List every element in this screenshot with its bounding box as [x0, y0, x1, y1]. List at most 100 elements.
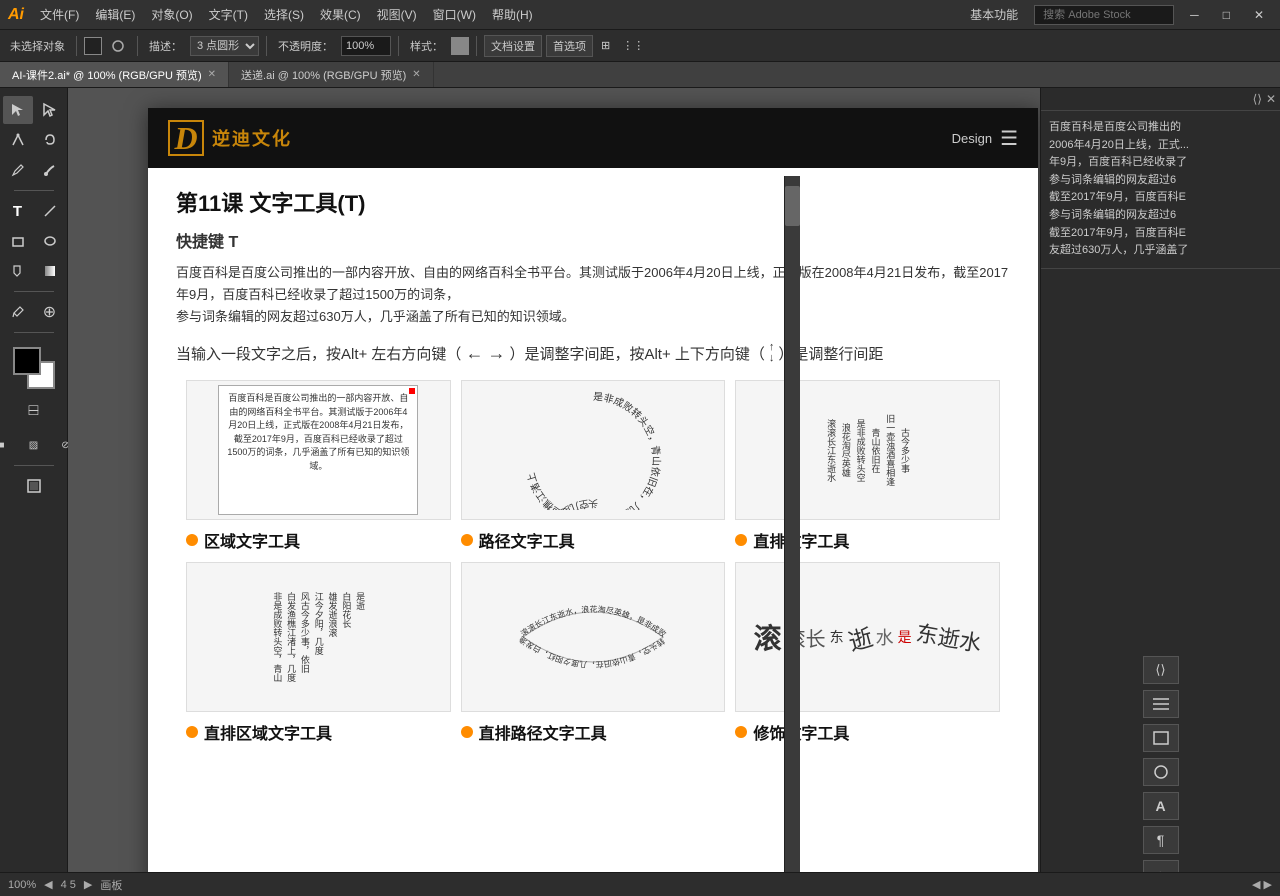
- vcol-6: 白阳花长: [341, 592, 352, 628]
- menu-help[interactable]: 帮助(H): [484, 6, 541, 23]
- shortcut-line: 快捷键 T: [176, 228, 1010, 252]
- paintbucket-tool[interactable]: [3, 257, 33, 285]
- gradient-tool[interactable]: [35, 257, 65, 285]
- right-panel-text: 百度百科是百度公司推出的 2006年4月20日上线，正式... 年9月，百度百科…: [1041, 111, 1280, 269]
- foreground-swatch[interactable]: [13, 347, 41, 375]
- right-panel-close-icon[interactable]: ✕: [1266, 92, 1276, 106]
- gradient-icon[interactable]: ▨: [19, 431, 49, 459]
- demo-vertical-path: 滚滚长江东逝水，浪花淘尽英雄，是非成败转头空，青山依旧在，几度夕阳红，白发渔 直…: [461, 562, 726, 744]
- zoom-tools: ⊕: [3, 298, 65, 326]
- brush-tool[interactable]: [35, 156, 65, 184]
- color-swatches: [13, 347, 55, 389]
- right-icon-expand[interactable]: ⟨⟩: [1143, 656, 1179, 684]
- right-panel-expand[interactable]: ⟨⟩: [1253, 92, 1262, 106]
- demo-decoration-text: 滚 滚长 东 逝 水 是 东逝水: [735, 562, 1000, 744]
- menu-text[interactable]: 文字(T): [201, 6, 256, 23]
- up-down-arrow-icon: ↑↓: [769, 342, 775, 364]
- poem-col-3: 是非成败转头空: [855, 414, 866, 486]
- shape-tools: [3, 227, 65, 255]
- adobe-stock-search[interactable]: [1034, 5, 1174, 25]
- dot-path: [461, 534, 473, 546]
- eyedropper-tool[interactable]: [3, 298, 33, 326]
- scroll-thumb[interactable]: [785, 186, 800, 226]
- menu-bar: Ai 文件(F) 编辑(E) 对象(O) 文字(T) 选择(S) 效果(C) 视…: [0, 0, 1280, 30]
- tab-label-2: 送递.ai @ 100% (RGB/GPU 预览): [241, 67, 406, 83]
- hamburger-menu[interactable]: ☰: [1000, 126, 1018, 151]
- lesson-title: 第11课 文字工具(T): [176, 186, 1010, 218]
- menu-object[interactable]: 对象(O): [143, 6, 200, 23]
- sep4: [398, 36, 399, 56]
- artboard-label: 画板: [100, 877, 122, 893]
- artboard-tool[interactable]: [19, 472, 49, 500]
- restore-btn[interactable]: □: [1215, 8, 1238, 22]
- style-label: 样式：: [406, 38, 447, 54]
- ellipse-tool[interactable]: [35, 227, 65, 255]
- arrange-icon[interactable]: ⊞: [597, 39, 614, 52]
- rect-tool[interactable]: [3, 227, 33, 255]
- close-btn[interactable]: ✕: [1246, 8, 1272, 22]
- menu-window[interactable]: 窗口(W): [425, 6, 484, 23]
- right-icon-rect[interactable]: [1143, 724, 1179, 752]
- sep-tools-4: [14, 465, 54, 466]
- right-arrow-icon: →: [487, 343, 505, 364]
- fill-icon[interactable]: ■: [0, 431, 17, 459]
- status-nav-bar[interactable]: ◀ ▶: [1252, 878, 1272, 891]
- opacity-input[interactable]: [341, 36, 391, 56]
- right-icon-lines[interactable]: [1143, 690, 1179, 718]
- select-tool[interactable]: [3, 96, 33, 124]
- tab-sudi[interactable]: 送递.ai @ 100% (RGB/GPU 预览) ✕: [229, 62, 434, 87]
- none-fill[interactable]: □: [19, 397, 49, 425]
- preferences-btn[interactable]: 首选项: [546, 35, 593, 57]
- right-panel-header: ⟨⟩ ✕: [1041, 88, 1280, 111]
- menu-effect[interactable]: 效果(C): [312, 6, 369, 23]
- dot-area: [186, 534, 198, 546]
- tab-close-2[interactable]: ✕: [412, 69, 420, 80]
- path-text-visual: 是非成败转头空，青山依旧在，几度夕阳红。白发渔樵江渚上 是非成败转头空几度夕阳: [523, 390, 663, 510]
- tab-bar: AI-课件2.ai* @ 100% (RGB/GPU 预览) ✕ 送递.ai @…: [0, 62, 1280, 88]
- zoom-tool[interactable]: ⊕: [35, 298, 65, 326]
- dot-vpath: [461, 726, 473, 738]
- demo-area-text: 百度百科是百度公司推出的一部内容开放、自由的网络百科全书平台。其测试版于2006…: [186, 380, 451, 552]
- left-panel: T ⊕: [0, 88, 68, 896]
- big-char-5: 水: [876, 624, 894, 650]
- line-tool[interactable]: [35, 197, 65, 225]
- right-icon-para[interactable]: ¶: [1143, 826, 1179, 854]
- vertical-text-content: 滚滚长江东逝水 浪花淘尽英雄 是非成败转头空 青山依旧在 旧一壶浊酒喜相逢 古今…: [817, 406, 918, 494]
- big-char-7: 东逝水: [913, 616, 984, 659]
- vcol-1: 非是成败转头空，青山: [272, 592, 283, 682]
- no-selection-label: 未选择对象: [6, 38, 69, 54]
- pen-tool[interactable]: [3, 126, 33, 154]
- direct-select-tool[interactable]: [35, 96, 65, 124]
- right-icon-A[interactable]: A: [1143, 792, 1179, 820]
- status-pages: 4 5: [61, 879, 76, 891]
- stroke-select[interactable]: 3 点圆形: [190, 36, 259, 56]
- dot-deco: [735, 726, 747, 738]
- nav-area: Design ☰: [952, 126, 1018, 151]
- tab-ai-course[interactable]: AI-课件2.ai* @ 100% (RGB/GPU 预览) ✕: [0, 62, 229, 87]
- status-bar: 100% ◀ 4 5 ▶ 画板 ◀ ▶: [0, 872, 1280, 896]
- left-arrow-icon: ←: [465, 343, 483, 364]
- style-swatch[interactable]: [451, 37, 469, 55]
- demo-vertical-text: 滚滚长江东逝水 浪花淘尽英雄 是非成败转头空 青山依旧在 旧一壶浊酒喜相逢 古今…: [735, 380, 1000, 552]
- right-icon-circle[interactable]: [1143, 758, 1179, 786]
- tab-close-1[interactable]: ✕: [208, 69, 216, 80]
- status-nav-next[interactable]: ▶: [84, 878, 92, 891]
- more-icon[interactable]: ⋮⋮: [618, 39, 648, 52]
- minimize-btn[interactable]: ─: [1182, 8, 1207, 22]
- demo-box-vertical-area: 非是成败转头空，青山 白发渔樵江渚上，几度 风古今多少事，依旧 江今夕阳，几度 …: [186, 562, 451, 712]
- v-scrollbar[interactable]: [784, 176, 800, 872]
- decoration-text-content: 滚 滚长 东 逝 水 是 东逝水: [736, 609, 999, 665]
- stroke-swatch[interactable]: [84, 37, 102, 55]
- pencil-tool[interactable]: [3, 156, 33, 184]
- menu-file[interactable]: 文件(F): [32, 6, 87, 23]
- sep-tools-1: [14, 190, 54, 191]
- type-tool[interactable]: T: [3, 197, 33, 225]
- menu-view[interactable]: 视图(V): [369, 6, 425, 23]
- menu-edit[interactable]: 编辑(E): [87, 6, 143, 23]
- workspace-selector[interactable]: 基本功能: [962, 6, 1026, 23]
- zoom-level: 100%: [8, 879, 36, 891]
- menu-select[interactable]: 选择(S): [256, 6, 312, 23]
- status-nav-prev[interactable]: ◀: [44, 878, 52, 891]
- doc-settings-btn[interactable]: 文档设置: [484, 35, 542, 57]
- lasso-tool[interactable]: [35, 126, 65, 154]
